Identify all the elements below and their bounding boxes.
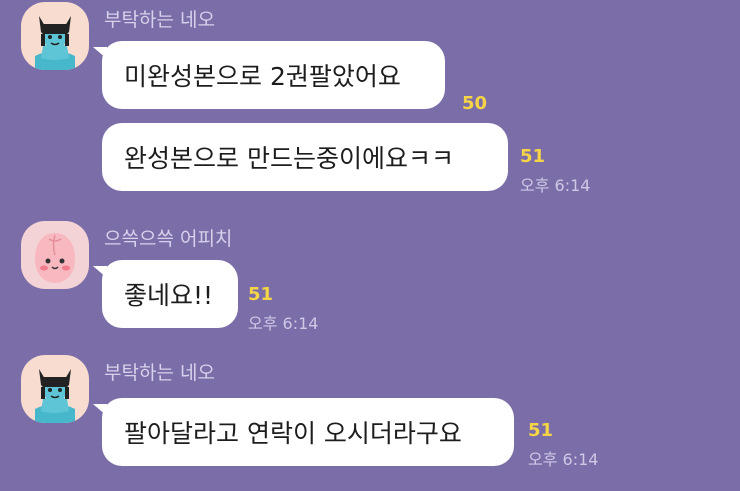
unread-count: 51 <box>520 146 546 167</box>
message-time: 오후 6:14 <box>248 314 319 333</box>
sender-name: 부탁하는 네오 <box>104 9 215 31</box>
unread-count: 51 <box>248 284 274 305</box>
message-time: 오후 6:14 <box>520 176 591 195</box>
sender-name: 으쓱으쓱 어피치 <box>104 228 233 250</box>
message-text: 완성본으로 만드는중이에요ㅋㅋ <box>124 144 454 173</box>
chat-bubble[interactable]: 완성본으로 만드는중이에요ㅋㅋ <box>102 123 508 191</box>
apeach-character-icon[interactable] <box>21 221 89 289</box>
neo-character-icon[interactable] <box>21 2 89 70</box>
chat-bubble[interactable]: 미완성본으로 2권팔았어요 <box>93 41 445 109</box>
chat-bubble[interactable]: 팔아달라고 연락이 오시더라구요 <box>93 398 514 466</box>
message-text: 미완성본으로 2권팔았어요 <box>124 62 401 91</box>
unread-count: 51 <box>528 420 554 441</box>
message-time: 오후 6:14 <box>528 450 599 469</box>
message-text: 팔아달라고 연락이 오시더라구요 <box>124 419 462 448</box>
unread-count: 50 <box>462 93 488 114</box>
neo-character-icon[interactable] <box>21 355 89 423</box>
sender-name: 부탁하는 네오 <box>104 362 215 384</box>
chat-bubble[interactable]: 좋네요!! <box>93 260 238 328</box>
message-text: 좋네요!! <box>124 281 214 310</box>
